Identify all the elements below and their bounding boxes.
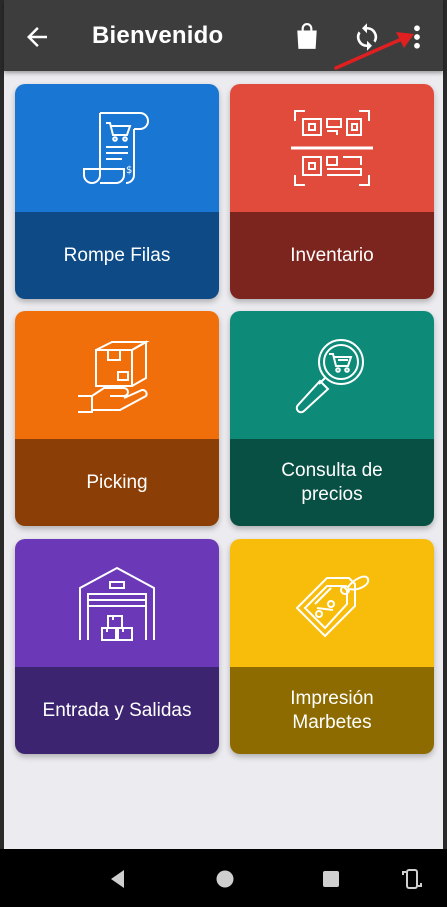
- tile-label-area: Picking: [15, 439, 219, 526]
- system-nav-bar: [0, 849, 447, 907]
- page-title: Bienvenido: [92, 22, 224, 49]
- tile-icon-area: [15, 311, 219, 439]
- annotation-arrow-icon: [334, 32, 414, 70]
- tile-label: Inventario: [290, 244, 374, 266]
- back-arrow-icon[interactable]: [22, 22, 52, 52]
- nav-recents-icon[interactable]: [319, 867, 343, 891]
- shopping-bag-icon[interactable]: [294, 23, 320, 51]
- svg-text:$: $: [126, 165, 132, 176]
- tile-consulta-de-precios[interactable]: Consulta de precios: [230, 311, 434, 526]
- nav-home-icon[interactable]: [213, 867, 237, 891]
- hand-box-icon: [78, 340, 150, 413]
- tile-icon-area: [230, 84, 434, 212]
- tile-icon-area: [230, 539, 434, 667]
- nav-back-icon[interactable]: [106, 867, 130, 891]
- tile-rompe-filas[interactable]: $ Rompe Filas: [15, 84, 219, 299]
- tile-label: Consulta de precios: [281, 459, 383, 505]
- receipt-cart-icon: $: [83, 112, 149, 184]
- qr-code-icon: [291, 110, 373, 186]
- tile-label: Rompe Filas: [63, 244, 171, 266]
- app-screen: Bienvenido $ Rompe Filas Inventario Pick…: [4, 0, 443, 907]
- tile-label-area: Impresión Marbetes: [230, 667, 434, 754]
- warehouse-icon: [79, 566, 155, 641]
- tile-icon-area: [15, 539, 219, 667]
- tile-label-area: Consulta de precios: [230, 439, 434, 526]
- rotate-screen-icon[interactable]: [400, 867, 424, 891]
- tile-icon-area: [230, 311, 434, 439]
- tile-label-area: Inventario: [230, 212, 434, 299]
- tile-picking[interactable]: Picking: [15, 311, 219, 526]
- tile-label: Entrada y Salidas: [42, 699, 192, 721]
- tile-label: Impresión Marbetes: [290, 687, 374, 733]
- tile-entrada-y-salidas[interactable]: Entrada y Salidas: [15, 539, 219, 754]
- tile-inventario[interactable]: Inventario: [230, 84, 434, 299]
- price-tag-icon: [295, 575, 370, 638]
- tile-impresion-marbetes[interactable]: Impresión Marbetes: [230, 539, 434, 754]
- tile-label-area: Rompe Filas: [15, 212, 219, 299]
- tile-icon-area: $: [15, 84, 219, 212]
- magnifier-cart-icon: [295, 339, 364, 414]
- tile-label: Picking: [86, 471, 148, 493]
- tile-label-area: Entrada y Salidas: [15, 667, 219, 754]
